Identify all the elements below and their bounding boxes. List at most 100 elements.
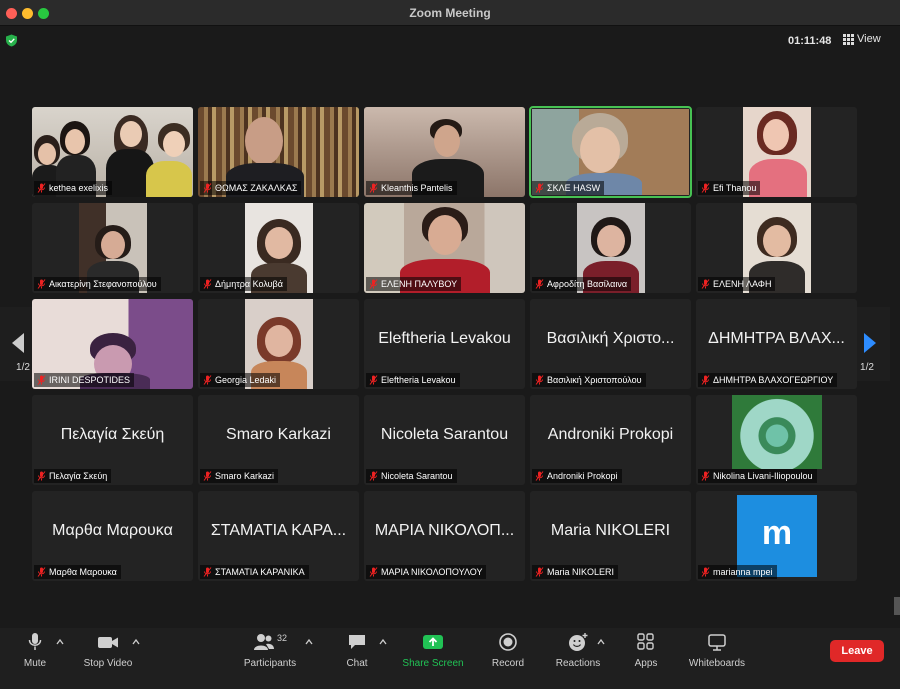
view-button[interactable]: View bbox=[843, 33, 881, 45]
participant-name-tag: marianna mpei bbox=[698, 565, 777, 579]
participant-display-name: Androniki Prokopi bbox=[547, 426, 674, 443]
participant-tile[interactable]: Αφροδίτη Βασίλαινα bbox=[530, 203, 691, 293]
mute-button[interactable]: Mute bbox=[20, 632, 50, 669]
participant-name: Efi Thanou bbox=[713, 183, 757, 193]
participant-tile[interactable]: Androniki Prokopi Androniki Prokopi bbox=[530, 395, 691, 485]
participant-name: Μαρθα Μαρουκα bbox=[49, 567, 117, 577]
muted-microphone-icon bbox=[701, 471, 710, 481]
participant-name: ΣΤΑΜΑΤΙΑ ΚΑΡΑΝΙΚΑ bbox=[215, 567, 305, 577]
participant-tile-active-speaker[interactable]: ΣΚΛΕ HASW bbox=[529, 106, 692, 198]
muted-microphone-icon bbox=[37, 471, 46, 481]
participant-name-tag: Eleftheria Levakou bbox=[366, 373, 460, 387]
participant-name-tag: kethea exelixis bbox=[34, 181, 113, 195]
security-shield-icon[interactable] bbox=[5, 34, 18, 47]
participant-name-tag: Kleanthis Pantelis bbox=[366, 181, 457, 195]
participant-tile[interactable]: IRINI DESPOTIDES bbox=[32, 299, 193, 389]
muted-microphone-icon bbox=[535, 183, 544, 193]
participant-display-name: Βασιλική Χριστο... bbox=[546, 330, 675, 347]
participant-name: kethea exelixis bbox=[49, 183, 109, 193]
share-screen-button[interactable]: Share Screen bbox=[398, 632, 468, 669]
participant-name-tag: IRINI DESPOTIDES bbox=[34, 373, 135, 387]
participant-tile[interactable]: ΕΛΕΝΗ ΠΑΛΥΒΟΥ bbox=[364, 203, 525, 293]
meeting-controls-toolbar: Mute Stop Video 32 Participants Chat Sha… bbox=[0, 628, 900, 689]
participant-tile[interactable]: Βασιλική Χριστο... Βασιλική Χριστοπούλου bbox=[530, 299, 691, 389]
muted-microphone-icon bbox=[37, 567, 46, 577]
participant-tile[interactable]: ΔΗΜΗΤΡΑ ΒΛΑΧ... ΔΗΜΗΤΡΑ ΒΛΑΧΟΓΕΩΡΓΙΟΥ bbox=[696, 299, 857, 389]
participant-name: ΔΗΜΗΤΡΑ ΒΛΑΧΟΓΕΩΡΓΙΟΥ bbox=[713, 375, 834, 385]
chevron-up-icon[interactable] bbox=[305, 638, 313, 646]
participant-tile[interactable]: kethea exelixis bbox=[32, 107, 193, 197]
leave-button[interactable]: Leave bbox=[830, 640, 884, 662]
whiteboards-label: Whiteboards bbox=[688, 658, 746, 669]
muted-microphone-icon bbox=[203, 471, 212, 481]
whiteboards-button[interactable]: Whiteboards bbox=[684, 632, 750, 669]
participant-name-tag: Πελαγία Σκεύη bbox=[34, 469, 112, 483]
participant-tile[interactable]: Smaro Karkazi Smaro Karkazi bbox=[198, 395, 359, 485]
chevron-up-icon[interactable] bbox=[597, 638, 605, 646]
muted-microphone-icon bbox=[203, 375, 212, 385]
participant-tile[interactable]: Αικατερίνη Στεφανοπούλου bbox=[32, 203, 193, 293]
whiteboard-icon bbox=[708, 634, 726, 651]
participant-tile[interactable]: Maria NIKOLERI Maria NIKOLERI bbox=[530, 491, 691, 581]
participant-tile[interactable]: m marianna mpei bbox=[696, 491, 857, 581]
participants-label: Participants bbox=[243, 658, 297, 669]
share-screen-label: Share Screen bbox=[402, 658, 464, 669]
participant-tile[interactable]: Μαρθα Μαρουκα Μαρθα Μαρουκα bbox=[32, 491, 193, 581]
mute-label: Mute bbox=[23, 658, 47, 669]
participant-tile[interactable]: Kleanthis Pantelis bbox=[364, 107, 525, 197]
chevron-right-icon bbox=[864, 333, 876, 353]
muted-microphone-icon bbox=[37, 183, 46, 193]
apps-label: Apps bbox=[634, 658, 658, 669]
participant-display-name: ΜΑΡΙΑ ΝΙΚΟΛΟΠ... bbox=[374, 522, 515, 539]
view-label: View bbox=[857, 33, 881, 45]
muted-microphone-icon bbox=[535, 471, 544, 481]
chat-bubble-icon bbox=[349, 635, 365, 649]
people-icon bbox=[253, 634, 274, 650]
participant-display-name: Μαρθα Μαρουκα bbox=[52, 522, 173, 539]
muted-microphone-icon bbox=[535, 567, 544, 577]
participant-name: Nicoleta Sarantou bbox=[381, 471, 453, 481]
apps-grid-icon bbox=[637, 633, 654, 650]
participant-name-tag: Georgia Ledaki bbox=[200, 373, 281, 387]
participant-name-tag: Αικατερίνη Στεφανοπούλου bbox=[34, 277, 161, 291]
stop-video-button[interactable]: Stop Video bbox=[78, 632, 138, 669]
participant-tile[interactable]: ΜΑΡΙΑ ΝΙΚΟΛΟΠ... ΜΑΡΙΑ ΝΙΚΟΛΟΠΟΥΛΟΥ bbox=[364, 491, 525, 581]
meeting-timer: 01:11:48 bbox=[788, 35, 832, 47]
participant-display-name: Smaro Karkazi bbox=[226, 426, 331, 443]
profile-picture-earth bbox=[732, 395, 822, 469]
participant-name-tag: Αφροδίτη Βασίλαινα bbox=[532, 277, 632, 291]
chat-label: Chat bbox=[346, 658, 368, 669]
muted-microphone-icon bbox=[369, 471, 378, 481]
participant-name-tag: ΔΗΜΗΤΡΑ ΒΛΑΧΟΓΕΩΡΓΙΟΥ bbox=[698, 373, 838, 387]
participant-tile[interactable]: Efi Thanou bbox=[696, 107, 857, 197]
participant-tile[interactable]: Δήμητρα Κολυβά bbox=[198, 203, 359, 293]
participant-name-tag: Μαρθα Μαρουκα bbox=[34, 565, 121, 579]
participant-display-name: ΔΗΜΗΤΡΑ ΒΛΑΧ... bbox=[708, 330, 845, 347]
participant-display-name: Eleftheria Levakou bbox=[378, 330, 511, 347]
participant-tile[interactable]: Nikolina Livani-Iliopoulou bbox=[696, 395, 857, 485]
participant-tile[interactable]: Georgia Ledaki bbox=[198, 299, 359, 389]
participant-name-tag: ΘΩΜΑΣ ΖΑΚΑΛΚΑΣ bbox=[200, 181, 302, 195]
participant-name: Eleftheria Levakou bbox=[381, 375, 456, 385]
chevron-up-icon[interactable] bbox=[56, 638, 64, 646]
muted-microphone-icon bbox=[203, 279, 212, 289]
participant-tile[interactable]: Eleftheria Levakou Eleftheria Levakou bbox=[364, 299, 525, 389]
apps-button[interactable]: Apps bbox=[630, 632, 662, 669]
scrollbar[interactable] bbox=[894, 597, 900, 615]
participant-name: Βασιλική Χριστοπούλου bbox=[547, 375, 642, 385]
chat-button[interactable]: Chat bbox=[340, 632, 374, 669]
muted-microphone-icon bbox=[535, 375, 544, 385]
participant-tile[interactable]: Πελαγία Σκεύη Πελαγία Σκεύη bbox=[32, 395, 193, 485]
participants-button[interactable]: 32 Participants bbox=[238, 632, 302, 669]
chevron-up-icon[interactable] bbox=[132, 638, 140, 646]
participant-tile[interactable]: ΘΩΜΑΣ ΖΑΚΑΛΚΑΣ bbox=[198, 107, 359, 197]
record-button[interactable]: Record bbox=[488, 632, 528, 669]
participant-name: Δήμητρα Κολυβά bbox=[215, 279, 283, 289]
muted-microphone-icon bbox=[535, 279, 544, 289]
participant-tile[interactable]: Nicoleta Sarantou Nicoleta Sarantou bbox=[364, 395, 525, 485]
participant-tile[interactable]: ΕΛΕΝΗ ΛΑΦΗ bbox=[696, 203, 857, 293]
stop-video-label: Stop Video bbox=[83, 658, 133, 669]
muted-microphone-icon bbox=[701, 375, 710, 385]
chevron-up-icon[interactable] bbox=[379, 638, 387, 646]
participant-tile[interactable]: ΣΤΑΜΑΤΙΑ ΚΑΡΑ... ΣΤΑΜΑΤΙΑ ΚΑΡΑΝΙΚΑ bbox=[198, 491, 359, 581]
